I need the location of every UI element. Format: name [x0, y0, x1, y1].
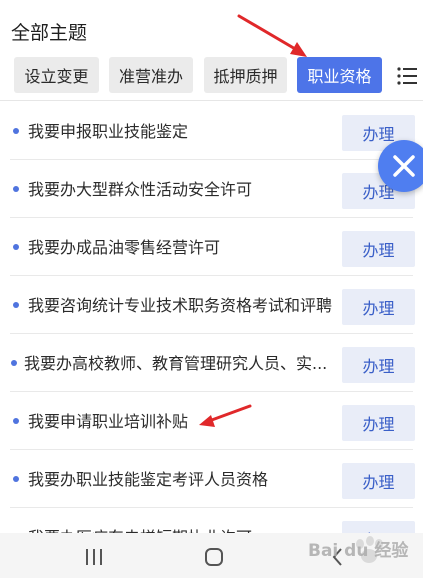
handle-button[interactable]: 办理 — [342, 289, 415, 325]
close-icon — [393, 155, 415, 177]
bullet-icon — [13, 186, 19, 192]
watermark: Bai du 经验 — [300, 528, 423, 578]
bullet-icon — [13, 476, 19, 482]
list-item-label: 我要办职业技能鉴定考评人员资格 — [28, 470, 269, 489]
handle-button[interactable]: 办理 — [342, 463, 415, 499]
handle-button[interactable]: 办理 — [342, 405, 415, 441]
list-item-label: 我要申报职业技能鉴定 — [28, 122, 189, 141]
watermark-text: Bai du 经验 — [308, 541, 409, 561]
bullet-icon — [13, 418, 19, 424]
list-item[interactable]: 我要办高校教师、教育管理研究人员、实... 办理 — [0, 334, 423, 392]
bullet-icon — [13, 128, 19, 134]
close-fab-button[interactable] — [378, 140, 423, 192]
list-item[interactable]: 我要申报职业技能鉴定 办理 — [0, 102, 423, 160]
home-icon[interactable] — [203, 546, 225, 568]
list-item-label: 我要办成品油零售经营许可 — [28, 238, 221, 257]
divider — [0, 100, 423, 101]
list-item[interactable]: 我要办职业技能鉴定考评人员资格 办理 — [0, 450, 423, 508]
list-item-label: 我要办高校教师、教育管理研究人员、实... — [24, 354, 328, 373]
list-item-label: 我要申请职业培训补贴 — [28, 412, 189, 431]
topic-tabs: 设立变更 准营准办 抵押质押 职业资格 — [0, 57, 423, 95]
recent-apps-icon[interactable] — [83, 548, 105, 566]
bullet-icon — [13, 244, 19, 250]
handle-button[interactable]: 办理 — [342, 231, 415, 267]
tab-mortgage-pledge[interactable]: 抵押质押 — [204, 57, 287, 93]
tab-business-permit[interactable]: 准营准办 — [109, 57, 193, 93]
list-item[interactable]: 我要咨询统计专业技术职务资格考试和评聘 办理 — [0, 276, 423, 334]
bullet-icon — [13, 302, 19, 308]
list-item[interactable]: 我要办成品油零售经营许可 办理 — [0, 218, 423, 276]
list-item[interactable]: 我要办大型群众性活动安全许可 办理 — [0, 160, 423, 218]
list-item[interactable]: 我要申请职业培训补贴 办理 — [0, 392, 423, 450]
list-item-label: 我要办大型群众性活动安全许可 — [28, 180, 253, 199]
bullet-icon — [11, 360, 17, 366]
list-menu-icon[interactable] — [392, 66, 420, 86]
annotation-arrow-icon — [237, 14, 307, 57]
tab-professional-qualification[interactable]: 职业资格 — [297, 57, 382, 93]
handle-button[interactable]: 办理 — [342, 347, 415, 383]
tab-setup-change[interactable]: 设立变更 — [14, 57, 99, 93]
page-title: 全部主题 — [11, 22, 88, 44]
list-item-label: 我要咨询统计专业技术职务资格考试和评聘 — [28, 296, 333, 315]
